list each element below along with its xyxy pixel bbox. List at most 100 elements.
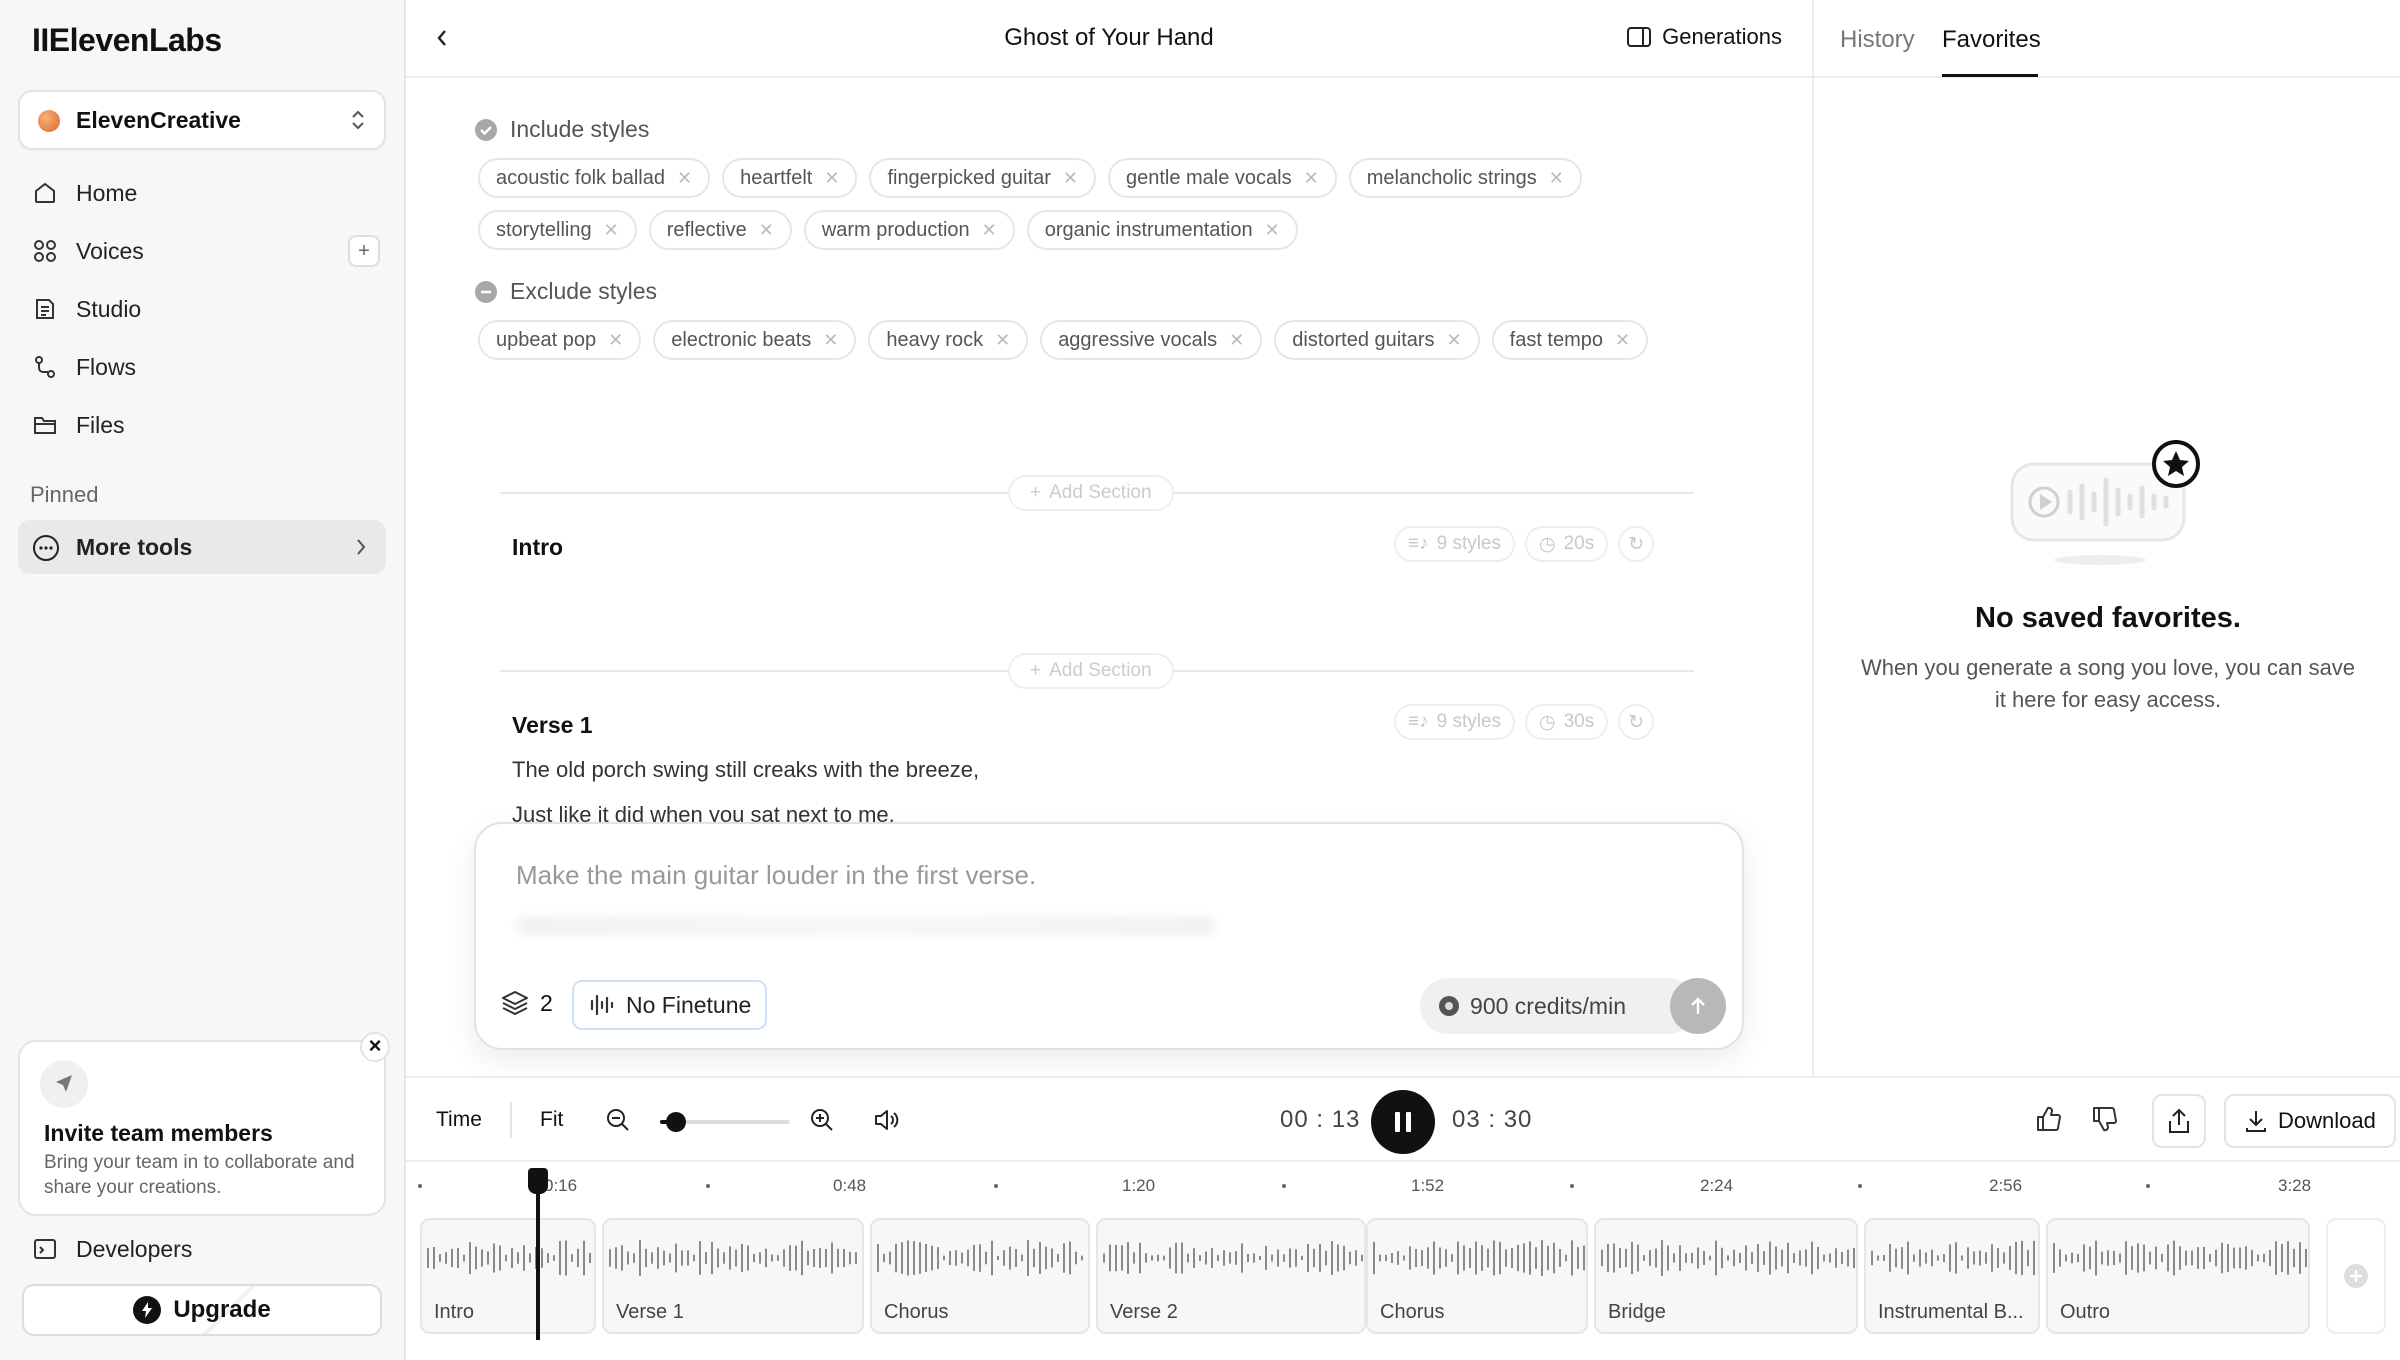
remove-tag-icon[interactable]: ✕ [1304, 168, 1319, 189]
time-mode-button[interactable]: Time [436, 1108, 482, 1132]
include-tag[interactable]: storytelling ✕ [478, 210, 637, 250]
remove-tag-icon[interactable]: ✕ [995, 330, 1010, 351]
exclude-tag[interactable]: upbeat pop ✕ [478, 320, 642, 360]
playhead-handle[interactable] [528, 1168, 548, 1194]
invite-title[interactable]: Invite team members [44, 1120, 273, 1147]
zoom-out-icon[interactable] [604, 1106, 632, 1134]
remove-tag-icon[interactable]: ✕ [1229, 330, 1244, 351]
remove-tag-icon[interactable]: ✕ [604, 220, 619, 241]
section-title[interactable]: Intro [512, 534, 563, 561]
timeline-clip[interactable]: Instrumental B... [1864, 1218, 2040, 1334]
remove-tag-icon[interactable]: ✕ [982, 220, 997, 241]
clock-icon: ◷ [1539, 711, 1556, 733]
exclude-tag[interactable]: electronic beats ✕ [653, 320, 857, 360]
include-tag[interactable]: warm production ✕ [803, 210, 1015, 250]
thumbs-up-icon[interactable] [2034, 1104, 2064, 1134]
sidebar-item-label: Home [76, 180, 138, 206]
remove-tag-icon[interactable]: ✕ [1265, 220, 1280, 241]
studio-icon [32, 296, 58, 322]
timeline-clip[interactable]: Verse 1 [602, 1218, 864, 1334]
include-tag[interactable]: fingerpicked guitar ✕ [869, 158, 1096, 198]
app-logo[interactable]: IIElevenLabs [32, 22, 222, 59]
section-styles-chip[interactable]: ≡♪ 9 styles [1394, 704, 1516, 740]
remove-tag-icon[interactable]: ✕ [1549, 168, 1564, 189]
regenerate-icon[interactable]: ↻ [1618, 704, 1655, 740]
sidebar-item-files[interactable]: Files [18, 398, 386, 452]
remove-tag-icon[interactable]: ✕ [823, 330, 838, 351]
tab-divider [1814, 76, 2400, 78]
include-tag[interactable]: acoustic folk ballad ✕ [478, 158, 711, 198]
remove-tag-icon[interactable]: ✕ [1447, 330, 1462, 351]
add-section-button[interactable]: + Add Section [1008, 653, 1174, 689]
remove-tag-icon[interactable]: ✕ [759, 220, 774, 241]
timeline-clip[interactable]: Chorus [870, 1218, 1090, 1334]
divider [510, 1102, 512, 1138]
section-title[interactable]: Verse 1 [512, 712, 593, 739]
send-button[interactable] [1670, 978, 1726, 1034]
zoom-slider-handle[interactable] [666, 1112, 686, 1132]
sidebar-item-voices[interactable]: Voices + [18, 224, 386, 278]
add-section-button[interactable]: + Add Section [1008, 475, 1174, 511]
close-icon[interactable]: × [360, 1032, 390, 1062]
clock-icon: ◷ [1539, 533, 1556, 555]
add-voice-button[interactable]: + [348, 235, 380, 267]
fit-button[interactable]: Fit [540, 1108, 563, 1132]
prompt-input[interactable]: Make the main guitar louder in the first… [516, 860, 1036, 891]
remove-tag-icon[interactable]: ✕ [824, 168, 839, 189]
timeline-clip[interactable]: Outro [2046, 1218, 2310, 1334]
exclude-tag[interactable]: distorted guitars ✕ [1274, 320, 1480, 360]
sidebar-item-flows[interactable]: Flows [18, 340, 386, 394]
remove-tag-icon[interactable]: ✕ [608, 330, 623, 351]
timeline[interactable]: 0:16 0:48 1:20 1:52 2:24 2:56 3:28 Intro… [406, 1162, 2400, 1360]
tab-favorites[interactable]: Favorites [1942, 26, 2041, 54]
thumbs-down-icon[interactable] [2090, 1104, 2120, 1134]
volume-icon[interactable] [872, 1106, 902, 1134]
send-icon [40, 1060, 88, 1108]
timeline-clip[interactable]: Chorus [1366, 1218, 1588, 1334]
remove-tag-icon[interactable]: ✕ [1063, 168, 1078, 189]
finetune-button[interactable]: No Finetune [572, 980, 768, 1030]
include-tag[interactable]: heartfelt ✕ [722, 158, 858, 198]
remove-tag-icon[interactable]: ✕ [1615, 330, 1630, 351]
include-tag[interactable]: organic instrumentation ✕ [1026, 210, 1298, 250]
remove-tag-icon[interactable]: ✕ [677, 168, 692, 189]
exclude-tag[interactable]: heavy rock ✕ [868, 320, 1029, 360]
workspace-selector[interactable]: ElevenCreative [18, 90, 386, 150]
generations-button[interactable]: Generations [1626, 24, 1782, 50]
music-list-icon: ≡♪ [1408, 533, 1429, 554]
share-icon [2166, 1107, 2192, 1135]
sidebar-item-home[interactable]: Home [18, 166, 386, 220]
tab-history[interactable]: History [1840, 26, 1915, 54]
exclude-tag[interactable]: fast tempo ✕ [1491, 320, 1649, 360]
timeline-clip[interactable]: Intro [420, 1218, 596, 1334]
include-tag[interactable]: gentle male vocals ✕ [1107, 158, 1337, 198]
ruler-tick [418, 1184, 422, 1188]
sidebar-item-label: Studio [76, 296, 142, 322]
zoom-in-icon[interactable] [808, 1106, 836, 1134]
share-button[interactable] [2152, 1094, 2206, 1148]
exclude-tag[interactable]: aggressive vocals ✕ [1040, 320, 1263, 360]
ruler-label: 2:24 [1700, 1176, 1734, 1195]
include-tag[interactable]: reflective ✕ [648, 210, 792, 250]
section-duration-chip[interactable]: ◷ 30s [1525, 704, 1609, 740]
pause-button[interactable] [1371, 1090, 1435, 1154]
sidebar-item-developers[interactable]: Developers [18, 1222, 386, 1276]
lyric-line[interactable]: The old porch swing still creaks with th… [512, 757, 979, 783]
versions-button[interactable]: 2 [500, 988, 553, 1018]
more-tools-button[interactable]: More tools [18, 520, 386, 574]
sidebar: IIElevenLabs ElevenCreative Home Voices … [0, 0, 406, 1360]
section-meta: ≡♪ 9 styles ◷ 30s ↻ [1394, 704, 1655, 740]
include-tag[interactable]: melancholic strings ✕ [1348, 158, 1582, 198]
empty-state-title: No saved favorites. [1975, 602, 2241, 634]
ruler-tick [1570, 1184, 1574, 1188]
upgrade-button[interactable]: Upgrade [22, 1284, 382, 1336]
timeline-clip[interactable]: Verse 2 [1096, 1218, 1366, 1334]
regenerate-icon[interactable]: ↻ [1618, 526, 1655, 562]
add-clip-button[interactable] [2326, 1218, 2386, 1334]
sidebar-item-studio[interactable]: Studio [18, 282, 386, 336]
timeline-clip[interactable]: Bridge [1594, 1218, 1858, 1334]
pause-icon [1395, 1112, 1400, 1132]
section-styles-chip[interactable]: ≡♪ 9 styles [1394, 526, 1516, 562]
download-button[interactable]: Download [2224, 1094, 2396, 1148]
section-duration-chip[interactable]: ◷ 20s [1525, 526, 1609, 562]
